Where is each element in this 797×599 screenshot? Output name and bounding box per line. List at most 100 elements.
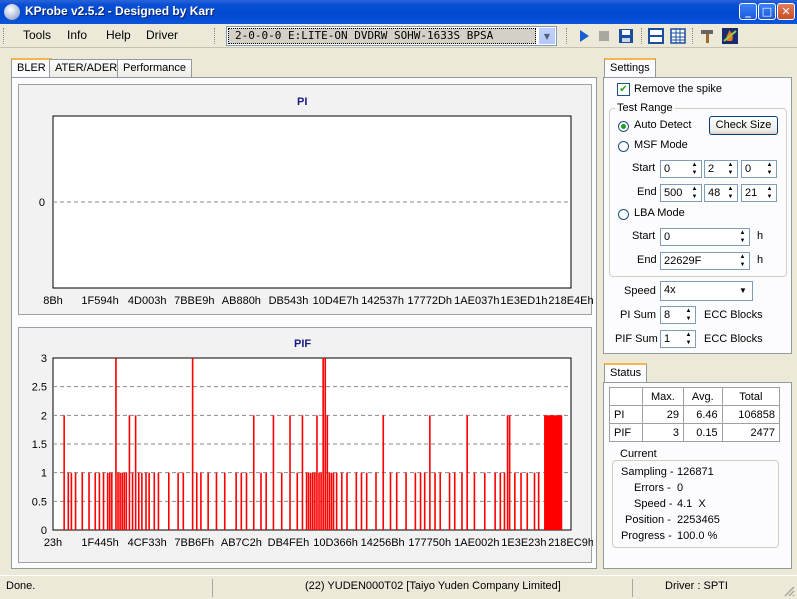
x-tick-label: DB543h bbox=[269, 295, 309, 307]
pif-bar bbox=[167, 472, 170, 530]
remove-spike-checkbox[interactable]: ✔ bbox=[617, 83, 630, 96]
pif-bar bbox=[375, 472, 377, 530]
pif-bar bbox=[305, 472, 308, 530]
msf-start-sec[interactable]: 2 ▲ ▼ bbox=[704, 160, 738, 178]
pif-bar bbox=[429, 415, 431, 530]
toolbar-grip[interactable] bbox=[214, 28, 217, 44]
pif-bar bbox=[121, 472, 123, 530]
save-icon[interactable] bbox=[616, 26, 636, 46]
tab-status[interactable]: Status bbox=[604, 363, 648, 383]
pif-bar bbox=[280, 472, 283, 530]
pi-chart: 8Bh 1F594h 4D003h 7BBE9h AB880h DB543h 10D4E7h… bbox=[39, 115, 593, 307]
msf-end-min[interactable]: 500 ▲ ▼ bbox=[660, 184, 702, 202]
pif-bar bbox=[123, 472, 126, 530]
tab-settings[interactable]: Settings bbox=[604, 58, 656, 78]
menu-driver[interactable]: Driver bbox=[146, 28, 178, 42]
pif-bar bbox=[499, 472, 502, 530]
msf-start-label: Start bbox=[632, 162, 656, 174]
y-tick-label: 0.5 bbox=[32, 496, 47, 508]
toolbar-grip[interactable] bbox=[566, 28, 569, 44]
lba-end-input[interactable]: 22629F ▲ ▼ bbox=[660, 252, 750, 270]
pif-bar bbox=[473, 472, 476, 530]
pif-bar bbox=[439, 472, 442, 530]
close-button[interactable]: ✕ bbox=[777, 3, 795, 20]
tab-ater-ader[interactable]: ATER/ADER bbox=[49, 59, 124, 77]
errors-label: Errors - bbox=[634, 482, 671, 494]
chevron-down-icon[interactable]: ▼ bbox=[735, 283, 751, 299]
pif-bar bbox=[252, 415, 255, 530]
tab-bler[interactable]: BLER bbox=[11, 58, 52, 78]
pif-bar bbox=[296, 472, 299, 530]
spinner-arrows-icon[interactable]: ▲ ▼ bbox=[736, 229, 749, 245]
table-row: PI 29 6.46 106858 bbox=[609, 405, 781, 424]
pif-bar bbox=[301, 415, 304, 530]
tab-performance[interactable]: Performance bbox=[117, 59, 192, 77]
x-tick-label: 10D4E7h bbox=[313, 295, 359, 307]
drive-select[interactable]: 2-0-0-0 E:LITE-ON DVDRW SOHW-1633S BPSA … bbox=[226, 26, 557, 46]
y-tick-label: 2 bbox=[41, 410, 47, 422]
menu-info[interactable]: Info bbox=[67, 28, 87, 42]
spinner-arrows-icon[interactable]: ▲ ▼ bbox=[682, 331, 695, 347]
resize-grip-icon[interactable] bbox=[783, 585, 795, 597]
table-icon[interactable] bbox=[668, 26, 688, 46]
pif-bar bbox=[191, 358, 194, 530]
minimize-icon: _ bbox=[745, 5, 751, 18]
lba-mode-radio[interactable] bbox=[618, 209, 629, 220]
pif-bar bbox=[318, 472, 320, 530]
tools-icon[interactable] bbox=[698, 26, 718, 46]
spinner-arrows-icon[interactable]: ▲ ▼ bbox=[682, 307, 695, 323]
spinner-arrows-icon[interactable]: ▲ ▼ bbox=[763, 161, 776, 177]
pif-bar bbox=[63, 415, 65, 530]
speed-select[interactable]: 4x ▼ bbox=[660, 281, 753, 301]
pif-bar bbox=[148, 472, 150, 530]
layout-icon[interactable] bbox=[646, 26, 666, 46]
play-icon[interactable] bbox=[574, 26, 594, 46]
auto-detect-radio[interactable] bbox=[618, 121, 629, 132]
flame-icon[interactable] bbox=[720, 26, 740, 46]
pi-sum-input[interactable]: 8 ▲ ▼ bbox=[660, 306, 696, 324]
pif-bar bbox=[98, 472, 101, 530]
stop-icon[interactable] bbox=[594, 26, 614, 46]
spinner-arrows-icon[interactable]: ▲ ▼ bbox=[724, 161, 737, 177]
toolbar-grip[interactable] bbox=[641, 28, 644, 44]
menu-help[interactable]: Help bbox=[106, 28, 131, 42]
pif-bar bbox=[360, 472, 363, 530]
minimize-button[interactable]: _ bbox=[739, 3, 757, 20]
check-size-button[interactable]: Check Size bbox=[709, 116, 778, 135]
sampling-label: Sampling - bbox=[621, 466, 674, 478]
table-cell: 6.46 bbox=[682, 405, 723, 424]
maximize-button[interactable]: □ bbox=[758, 3, 776, 20]
pif-bar bbox=[108, 472, 111, 530]
toolbar-grip[interactable] bbox=[692, 28, 695, 44]
spinner-arrows-icon[interactable]: ▲ ▼ bbox=[688, 185, 701, 201]
lba-end-unit: h bbox=[757, 254, 764, 266]
toolbar-grip[interactable] bbox=[3, 28, 6, 44]
speed-label: Speed bbox=[624, 285, 656, 297]
maximize-icon: □ bbox=[761, 5, 773, 18]
table-header: Max. bbox=[641, 387, 684, 406]
msf-mode-radio[interactable] bbox=[618, 141, 629, 152]
pif-bar bbox=[326, 415, 329, 530]
pif-bar bbox=[128, 415, 131, 530]
pif-sum-input[interactable]: 1 ▲ ▼ bbox=[660, 330, 696, 348]
spinner-arrows-icon[interactable]: ▲ ▼ bbox=[763, 185, 776, 201]
msf-end-sec[interactable]: 48 ▲ ▼ bbox=[704, 184, 738, 202]
pif-bar bbox=[67, 472, 70, 530]
msf-end-frame[interactable]: 21 ▲ ▼ bbox=[741, 184, 777, 202]
pif-bar bbox=[448, 472, 451, 530]
progress-value: 100.0 % bbox=[677, 530, 718, 542]
spinner-arrows-icon[interactable]: ▲ ▼ bbox=[724, 185, 737, 201]
test-range-label: Test Range bbox=[615, 102, 675, 114]
pif-sum-unit: ECC Blocks bbox=[704, 333, 763, 345]
lba-start-input[interactable]: 0 ▲ ▼ bbox=[660, 228, 750, 246]
menu-tools[interactable]: Tools bbox=[23, 28, 51, 42]
chevron-down-icon[interactable]: ▼ bbox=[539, 28, 555, 44]
spinner-arrows-icon[interactable]: ▲ ▼ bbox=[736, 253, 749, 269]
disc-id-text: (22) YUDEN000T02 [Taiyo Yuden Company Li… bbox=[305, 580, 561, 592]
spinner-arrows-icon[interactable]: ▲ ▼ bbox=[688, 161, 701, 177]
msf-start-min[interactable]: 0 ▲ ▼ bbox=[660, 160, 702, 178]
drive-select-value: 2-0-0-0 E:LITE-ON DVDRW SOHW-1633S BPSA bbox=[228, 28, 536, 44]
pif-bar bbox=[145, 472, 147, 530]
table-header: Total bbox=[721, 387, 781, 406]
msf-start-frame[interactable]: 0 ▲ ▼ bbox=[741, 160, 777, 178]
